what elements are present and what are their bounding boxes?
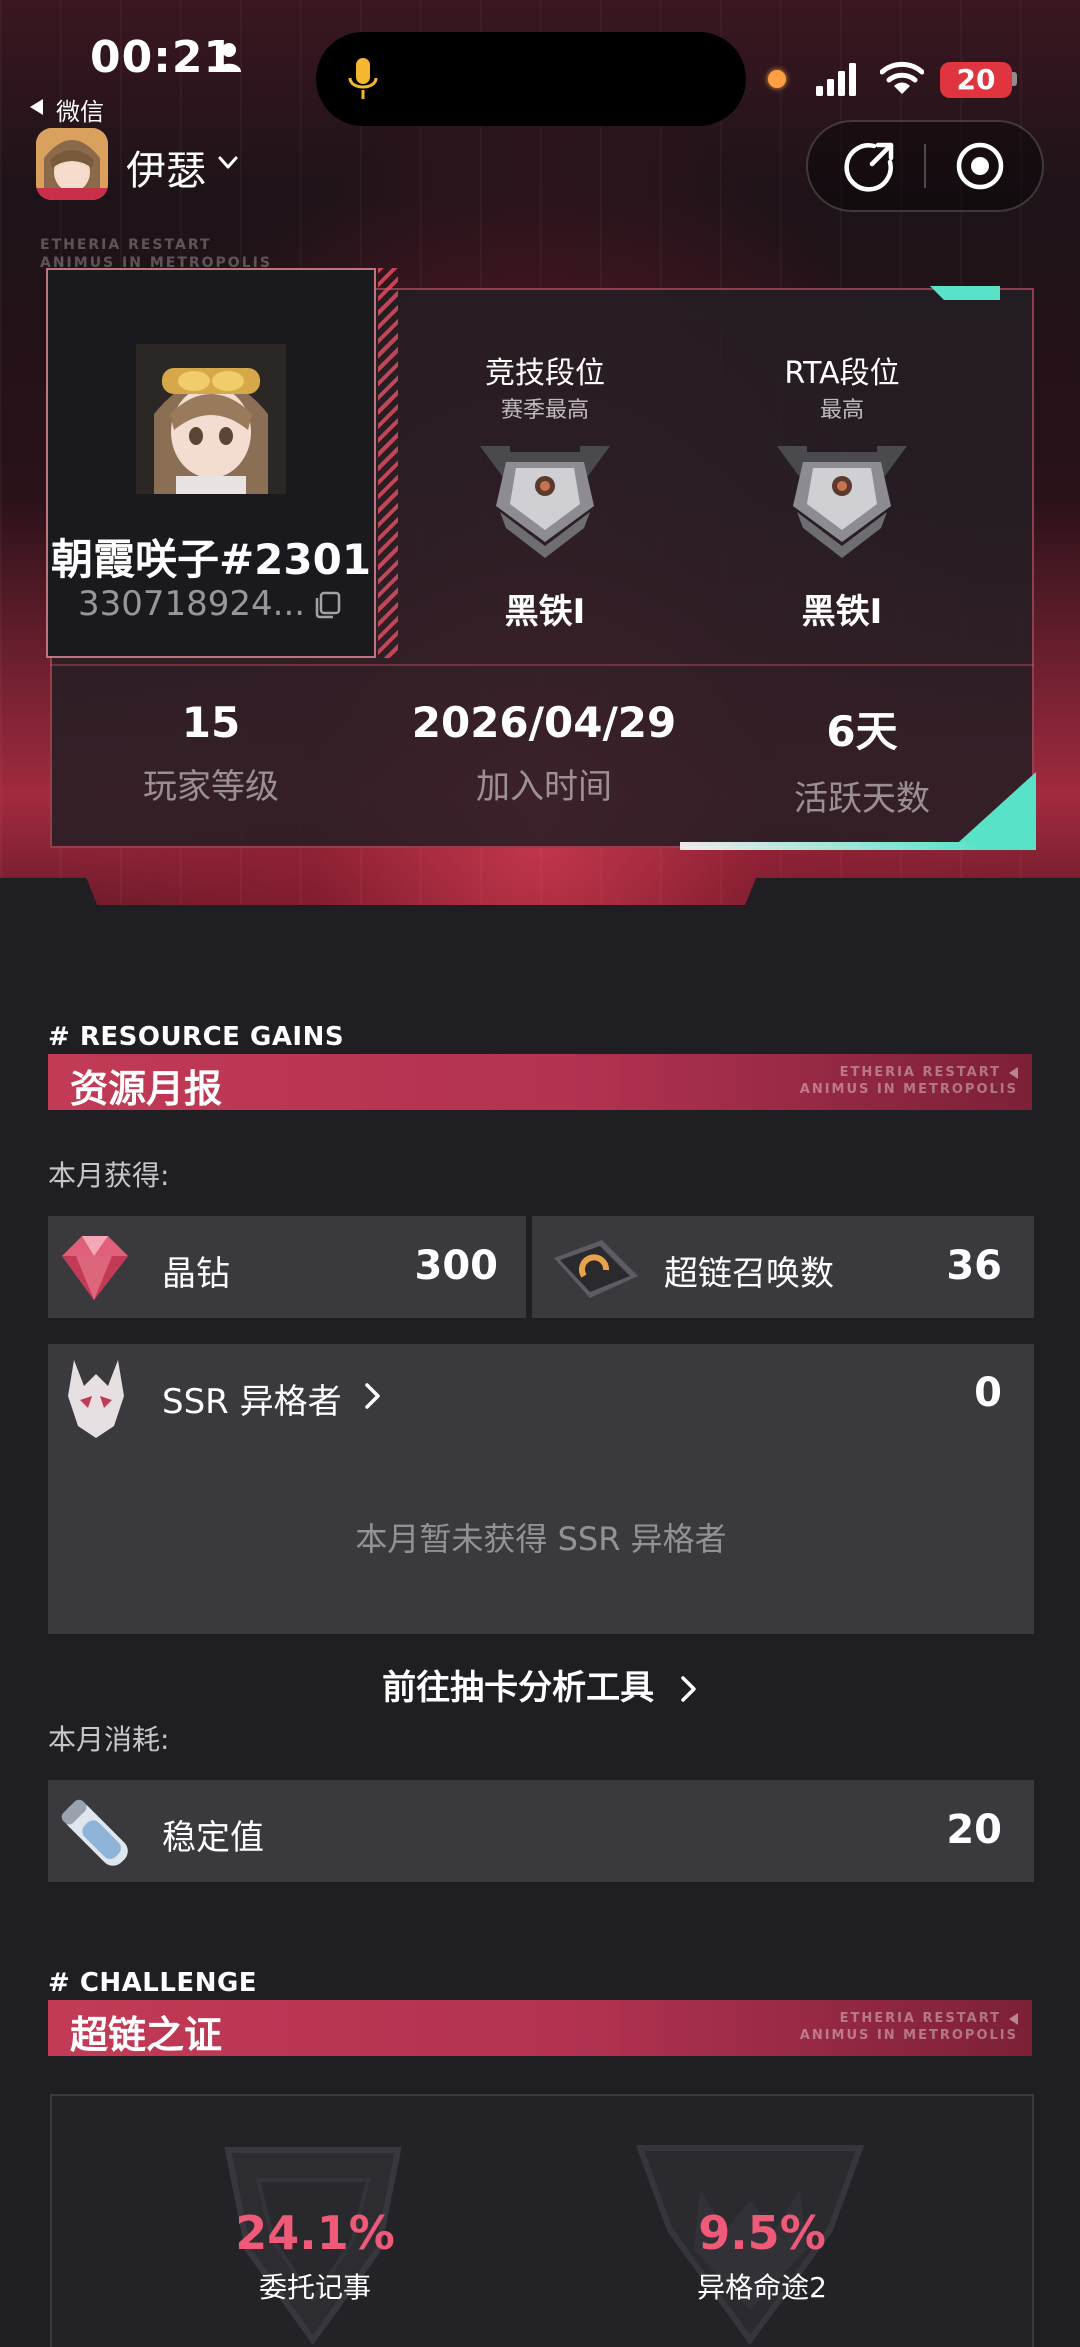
microphone-icon	[348, 58, 378, 99]
card-accent-line	[680, 842, 980, 850]
stat-label: 加入时间	[476, 767, 612, 807]
gacha-analysis-link[interactable]: 前往抽卡分析工具	[0, 1660, 1080, 1709]
rta-rank: RTA段位 最高 黑铁I	[712, 348, 972, 633]
resource-name: 超链召唤数	[664, 1254, 834, 1294]
stat-label: 活跃天数	[794, 779, 930, 819]
status-time: 00:21	[90, 32, 236, 83]
competitive-rank: 竞技段位 赛季最高 黑铁I	[415, 348, 675, 633]
etheria-watermark: ETHERIA RESTART ANIMUS IN METROPOLIS	[799, 1065, 1018, 1097]
share-icon[interactable]	[844, 140, 896, 192]
character-portrait-icon	[36, 128, 108, 200]
app-name[interactable]: 伊瑟	[126, 138, 206, 196]
stat-value: 6天	[826, 707, 898, 756]
resource-value: 36	[946, 1243, 1002, 1289]
rank-title: 竞技段位	[485, 356, 605, 391]
panel-stripe	[378, 268, 398, 658]
summon-ticket-icon	[554, 1240, 638, 1298]
section-tag-resource: # RESOURCE GAINS	[48, 1022, 345, 1052]
back-to-wechat-link[interactable]: 微信	[56, 92, 104, 127]
player-uid: 330718924...	[78, 584, 306, 624]
recording-indicator	[768, 70, 786, 88]
stat-active-days: 6天 活跃天数	[712, 698, 1012, 820]
battery-indicator: 20	[940, 62, 1012, 98]
etheria-watermark: ETHERIA RESTART ANIMUS IN METROPOLIS	[799, 2011, 1018, 2043]
stat-player-level: 15 玩家等级	[61, 698, 361, 808]
close-target-icon[interactable]	[954, 140, 1006, 192]
player-avatar[interactable]	[136, 344, 286, 494]
gacha-link-label: 前往抽卡分析工具	[382, 1668, 655, 1708]
stat-value: 2026/04/29	[411, 698, 677, 747]
section-title: 资源月报	[70, 1067, 223, 1111]
consumed-name: 稳定值	[162, 1818, 264, 1858]
copy-icon[interactable]	[312, 590, 342, 620]
cellular-signal-icon	[816, 63, 856, 96]
ssr-link[interactable]: SSR 异格者	[162, 1374, 342, 1423]
chevron-right-icon	[681, 1676, 696, 1702]
gained-label: 本月获得:	[48, 1159, 170, 1192]
consumed-label: 本月消耗:	[48, 1723, 170, 1756]
crystal-diamond-icon	[62, 1236, 128, 1300]
rank-title: RTA段位	[784, 356, 900, 391]
ssr-empty-note: 本月暂未获得 SSR 异格者	[355, 1520, 727, 1558]
iron-rank-badge-icon	[777, 446, 907, 558]
challenge-commission[interactable]: 24.1% 委托记事	[165, 2206, 465, 2306]
back-triangle-icon[interactable]	[30, 99, 43, 115]
section-tag-challenge: # CHALLENGE	[48, 1968, 258, 1998]
ssr-label: SSR 异格者	[162, 1382, 342, 1422]
ssr-character-icon	[68, 1360, 124, 1438]
section-header-resource: 资源月报 ETHERIA RESTART ANIMUS IN METROPOLI…	[48, 1054, 1032, 1111]
iron-rank-badge-icon	[480, 446, 610, 558]
chevron-down-icon[interactable]	[218, 156, 238, 170]
stat-value: 15	[181, 698, 241, 747]
rank-name: 黑铁I	[504, 592, 586, 632]
challenge-label: 委托记事	[258, 2271, 371, 2304]
rank-name: 黑铁I	[801, 592, 883, 632]
rank-subtitle: 最高	[819, 398, 864, 423]
rank-subtitle: 赛季最高	[500, 398, 589, 423]
stat-label: 玩家等级	[143, 767, 279, 807]
resource-value: 300	[414, 1243, 499, 1289]
stability-vial-icon	[61, 1799, 128, 1866]
chevron-right-icon[interactable]	[364, 1382, 382, 1410]
challenge-fate[interactable]: 9.5% 异格命途2	[612, 2206, 912, 2306]
person-icon	[217, 43, 241, 72]
challenge-percent: 24.1%	[235, 2206, 395, 2260]
consumed-value: 20	[946, 1807, 1002, 1853]
ssr-count: 0	[974, 1370, 1002, 1416]
section-header-challenge: 超链之证 ETHERIA RESTART ANIMUS IN METROPOLI…	[48, 2000, 1032, 2057]
etheria-watermark: ETHERIA RESTART ANIMUS IN METROPOLIS	[40, 237, 272, 271]
battery-tip	[1012, 72, 1017, 86]
dynamic-island	[316, 32, 746, 126]
player-name: 朝霞咲子#2301	[50, 535, 372, 584]
resource-name: 晶钻	[162, 1254, 230, 1294]
character-portrait-icon	[136, 344, 286, 494]
card-divider	[50, 664, 1034, 666]
wifi-icon	[880, 61, 924, 94]
challenge-percent: 9.5%	[698, 2206, 826, 2260]
stat-join-date: 2026/04/29 加入时间	[394, 698, 694, 808]
section-title: 超链之证	[70, 2013, 223, 2057]
challenge-label: 异格命途2	[697, 2271, 827, 2304]
capsule-divider	[924, 144, 926, 188]
app-avatar[interactable]	[36, 128, 108, 200]
